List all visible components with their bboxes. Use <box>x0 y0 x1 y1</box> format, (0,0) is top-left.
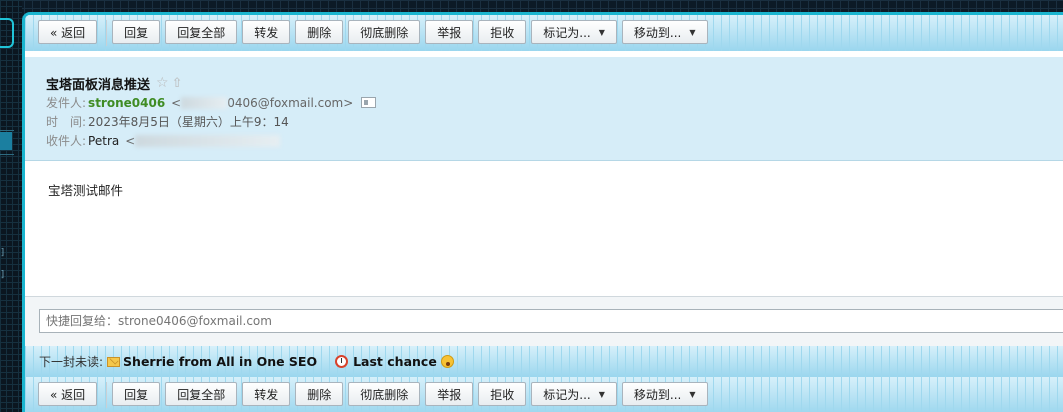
message-body: 宝塔测试邮件 <box>25 162 1063 296</box>
next-unread-item[interactable]: Last chance <box>353 354 437 369</box>
from-row: 发件人: strone0406 < 0406@foxmail.com> <box>46 93 1063 112</box>
delete-button[interactable]: 删除 <box>295 382 344 406</box>
forward-button[interactable]: 转发 <box>242 20 291 44</box>
chevron-down-icon: ▼ <box>689 389 696 399</box>
message-body-text: 宝塔测试邮件 <box>48 183 124 198</box>
reject-button[interactable]: 拒收 <box>478 20 527 44</box>
report-button[interactable]: 举报 <box>425 382 474 406</box>
bottom-toolbar: « 返回 回复 回复全部 转发 删除 彻底删除 举报 拒收 标记为... ▼ 移动… <box>25 377 1063 412</box>
chevron-down-icon: ▼ <box>598 389 605 399</box>
left-rail: ] ] <box>0 0 22 412</box>
from-label: 发件人: <box>46 96 87 110</box>
reply-button[interactable]: 回复 <box>112 20 161 44</box>
move-to-label: 移动到... <box>633 387 682 402</box>
rail-divider <box>0 154 14 155</box>
sender-name[interactable]: strone0406 <box>88 96 165 110</box>
to-label: 收件人: <box>46 134 87 148</box>
move-to-dropdown[interactable]: 移动到... ▼ <box>621 20 708 44</box>
reply-all-button[interactable]: 回复全部 <box>165 382 238 406</box>
next-unread-label: 下一封未读: <box>39 355 104 369</box>
forward-button[interactable]: 转发 <box>242 382 291 406</box>
mail-reader: « 返回 回复 回复全部 转发 删除 彻底删除 举报 拒收 标记为... ▼ 移动… <box>22 12 1063 412</box>
sent-time: 2023年8月5日（星期六）上午9：14 <box>88 115 289 129</box>
star-icon[interactable]: ☆ <box>156 75 169 91</box>
recipient-address-prefix: < <box>125 133 136 148</box>
top-toolbar: « 返回 回复 回复全部 转发 删除 彻底删除 举报 拒收 标记为... ▼ 移动… <box>25 15 1063 51</box>
quick-reply-input[interactable] <box>39 309 1063 333</box>
next-unread-bar: 下一封未读: Sherrie from All in One SEO Last … <box>25 346 1063 377</box>
back-button[interactable]: « 返回 <box>38 382 98 406</box>
report-button[interactable]: 举报 <box>425 20 474 44</box>
chevron-down-icon: ▼ <box>598 27 605 37</box>
delete-permanently-button[interactable]: 彻底删除 <box>348 20 421 44</box>
reply-button[interactable]: 回复 <box>112 382 161 406</box>
reply-all-button[interactable]: 回复全部 <box>165 20 238 44</box>
move-to-dropdown[interactable]: 移动到... ▼ <box>621 382 708 406</box>
subject-row: 宝塔面板消息推送 ☆ ⇧ <box>46 73 1063 93</box>
redacted-text <box>181 96 228 109</box>
contact-card-icon[interactable] <box>361 97 377 108</box>
priority-up-icon[interactable]: ⇧ <box>172 76 183 91</box>
recipient-name[interactable]: Petra <box>88 134 119 148</box>
rail-bracket-icon: ] <box>0 270 6 280</box>
redacted-text <box>135 134 281 147</box>
chevron-down-icon: ▼ <box>689 27 696 37</box>
time-label: 时 间: <box>46 115 87 129</box>
rail-highlight <box>0 132 12 150</box>
next-unread-item[interactable]: Sherrie from All in One SEO <box>123 354 317 369</box>
envelope-icon <box>107 356 121 367</box>
rail-tab[interactable] <box>0 18 14 48</box>
rail-divider <box>0 130 14 131</box>
delete-button[interactable]: 删除 <box>295 20 344 44</box>
alarm-clock-icon <box>335 355 349 368</box>
time-row: 时 间: 2023年8月5日（星期六）上午9：14 <box>46 112 1063 131</box>
quick-reply-area <box>25 296 1063 346</box>
mark-as-label: 标记为... <box>543 25 591 40</box>
mark-as-dropdown[interactable]: 标记为... ▼ <box>531 20 617 44</box>
toolbar-separator <box>106 382 108 408</box>
to-row: 收件人: Petra < <box>46 131 1063 150</box>
message-header: 宝塔面板消息推送 ☆ ⇧ 发件人: strone0406 < 0406@foxm… <box>25 57 1063 161</box>
sender-address-prefix: < <box>171 95 182 110</box>
message-subject: 宝塔面板消息推送 <box>46 77 151 93</box>
reject-button[interactable]: 拒收 <box>478 382 527 406</box>
sender-address: 0406@foxmail.com> <box>227 95 354 110</box>
delete-permanently-button[interactable]: 彻底删除 <box>348 382 421 406</box>
mark-as-label: 标记为... <box>543 387 591 402</box>
move-to-label: 移动到... <box>633 25 682 40</box>
back-button[interactable]: « 返回 <box>38 20 98 44</box>
toolbar-separator <box>106 20 108 46</box>
surprised-face-icon <box>440 355 454 368</box>
rail-bracket-icon: ] <box>0 248 6 258</box>
mark-as-dropdown[interactable]: 标记为... ▼ <box>531 382 617 406</box>
